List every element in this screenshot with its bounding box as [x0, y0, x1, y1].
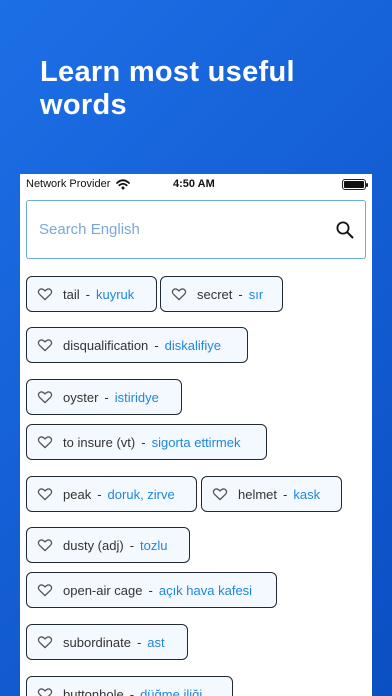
- word-translation: ast: [147, 634, 165, 650]
- heart-icon[interactable]: [37, 286, 53, 302]
- word-chip[interactable]: open-air cage - açık hava kafesi: [26, 572, 277, 608]
- separator: -: [85, 286, 90, 302]
- separator: -: [129, 686, 135, 696]
- word-translation: açık hava kafesi: [158, 582, 253, 598]
- word-chip[interactable]: subordinate - ast: [26, 624, 188, 660]
- word-translation: düğme iliği: [140, 686, 203, 696]
- word-translation: doruk, zirve: [107, 486, 175, 502]
- heart-icon[interactable]: [37, 434, 53, 450]
- word-english: peak: [63, 486, 92, 502]
- word-english: buttonhole: [63, 686, 124, 696]
- word-english: dusty (adj): [63, 537, 124, 553]
- word-chip[interactable]: peak - doruk, zirve: [26, 476, 197, 512]
- status-time: 4:50 AM: [173, 178, 215, 190]
- word-english: helmet: [238, 486, 278, 502]
- separator: -: [129, 537, 135, 553]
- battery-icon: [342, 178, 368, 190]
- heart-icon[interactable]: [37, 337, 53, 353]
- word-english: subordinate: [63, 634, 131, 650]
- carrier-label: Network Provider: [26, 178, 111, 190]
- separator: -: [148, 582, 153, 598]
- word-english: secret: [197, 286, 233, 302]
- word-translation: istiridye: [114, 389, 159, 405]
- search-icon[interactable]: [335, 220, 355, 240]
- word-english: disqualification: [63, 337, 149, 353]
- heart-icon[interactable]: [37, 486, 53, 502]
- phone-screen: Network Provider 4:50 AM Search English …: [20, 174, 372, 696]
- heart-icon[interactable]: [37, 634, 53, 650]
- heart-icon[interactable]: [171, 286, 187, 302]
- word-chip[interactable]: oyster - istiridye: [26, 379, 182, 415]
- separator: -: [104, 389, 109, 405]
- word-english: open-air cage: [63, 582, 143, 598]
- word-chip[interactable]: buttonhole - düğme iliği: [26, 676, 233, 696]
- heart-icon[interactable]: [212, 486, 228, 502]
- wifi-icon: [116, 178, 131, 189]
- separator: -: [283, 486, 288, 502]
- word-english: to insure (vt): [63, 434, 136, 450]
- word-chip[interactable]: secret - sır: [160, 276, 283, 312]
- word-translation: tozlu: [140, 537, 168, 553]
- word-chip[interactable]: helmet - kask: [201, 476, 342, 512]
- status-bar: Network Provider 4:50 AM: [20, 174, 372, 194]
- heart-icon[interactable]: [37, 582, 53, 598]
- separator: -: [136, 634, 142, 650]
- word-translation: kuyruk: [95, 286, 135, 302]
- search-field[interactable]: Search English: [26, 200, 366, 259]
- separator: -: [238, 286, 243, 302]
- word-translation: sır: [248, 286, 264, 302]
- word-chip[interactable]: disqualification - diskalifiye: [26, 327, 248, 363]
- word-chip[interactable]: tail - kuyruk: [26, 276, 157, 312]
- separator: -: [97, 486, 102, 502]
- word-translation: diskalifiye: [164, 337, 221, 353]
- heart-icon[interactable]: [37, 389, 53, 405]
- headline: Learn most useful words: [40, 56, 295, 121]
- separator: -: [154, 337, 159, 353]
- word-chip[interactable]: dusty (adj) - tozlu: [26, 527, 190, 563]
- heart-icon[interactable]: [37, 537, 53, 553]
- word-english: oyster: [63, 389, 99, 405]
- word-english: tail: [63, 286, 80, 302]
- heart-icon[interactable]: [37, 686, 53, 696]
- separator: -: [141, 434, 146, 450]
- search-input[interactable]: Search English: [39, 221, 335, 238]
- word-translation: sigorta ettirmek: [151, 434, 241, 450]
- word-translation: kask: [293, 486, 321, 502]
- word-chip[interactable]: to insure (vt) - sigorta ettirmek: [26, 424, 267, 460]
